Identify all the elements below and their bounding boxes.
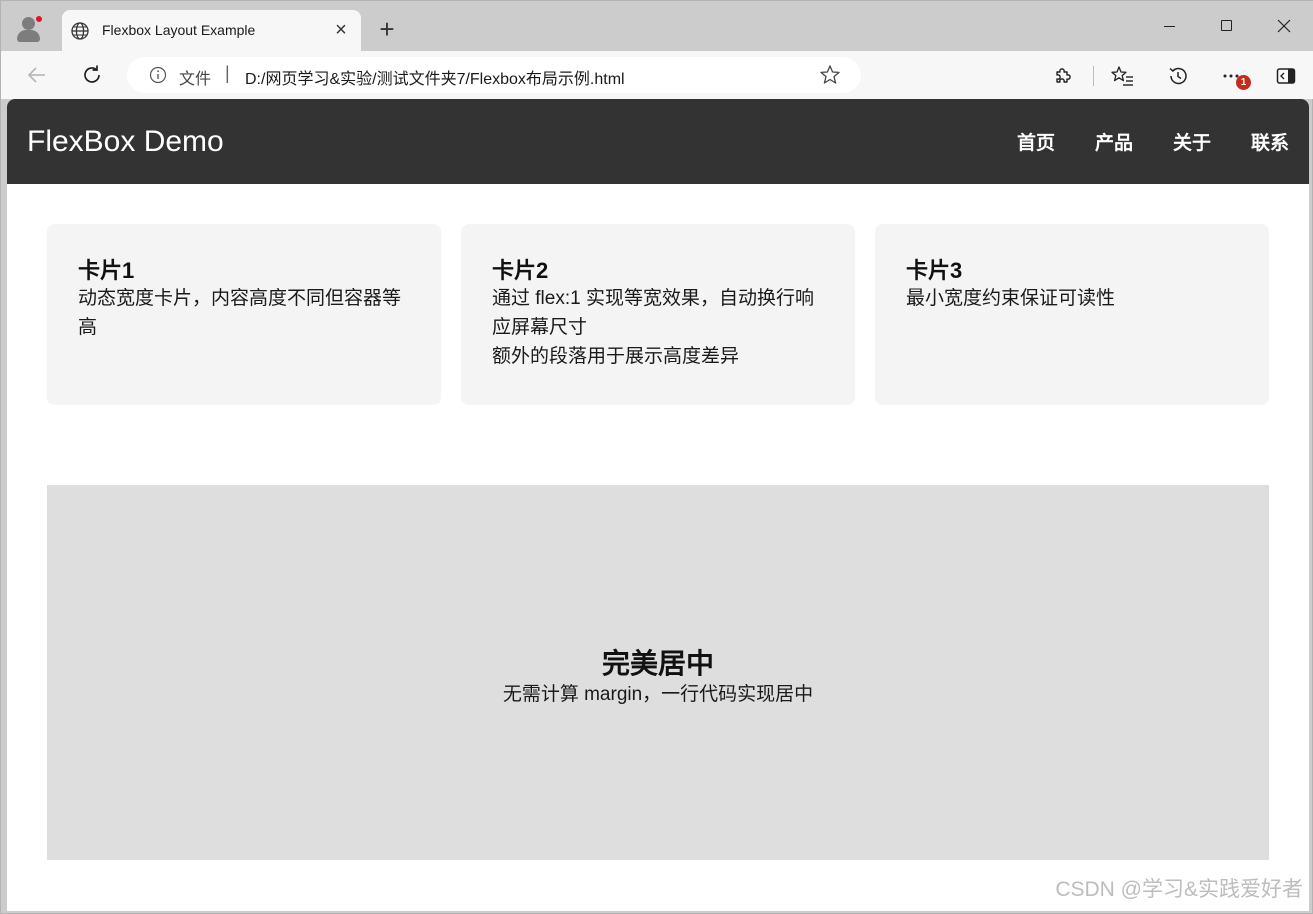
puzzle-icon [1056,68,1071,83]
history-icon [1169,67,1187,85]
site-nav-links: 首页 产品 关于 联系 [1017,128,1289,155]
favorites-list-icon [1111,66,1133,86]
tab-title: Flexbox Layout Example [102,22,256,38]
nav-link-about[interactable]: 关于 [1173,128,1211,155]
globe-icon [71,22,89,40]
extensions-button[interactable] [1051,64,1075,88]
card: 卡片1 动态宽度卡片，内容高度不同但容器等高 [47,224,441,405]
card-title: 卡片2 [492,258,549,283]
profile-avatar-icon[interactable] [15,14,44,42]
notification-dot-icon [34,14,44,24]
address-separator: | [225,63,230,83]
site-navbar: FlexBox Demo 首页 产品 关于 联系 [7,99,1309,184]
sidebar-toggle-button[interactable] [1274,64,1298,88]
card-row: 卡片1 动态宽度卡片，内容高度不同但容器等高 卡片2 通过 flex:1 实现等… [47,224,1269,405]
centered-title: 完美居中 [601,647,714,679]
card-text: 最小宽度约束保证可读性 [906,288,1116,309]
toolbar-divider [1093,66,1094,86]
close-icon [1277,19,1291,33]
favorites-button[interactable] [1111,64,1135,88]
arrow-left-icon [27,67,45,83]
centered-box: 完美居中 无需计算 margin，一行代码实现居中 [47,485,1269,860]
card-text: 通过 flex:1 实现等宽效果，自动换行响应屏幕尺寸 [492,288,814,338]
favorite-star-icon[interactable] [819,64,841,86]
address-url[interactable]: D:/网页学习&实验/测试文件夹7/Flexbox布局示例.html [245,65,625,89]
card: 卡片2 通过 flex:1 实现等宽效果，自动换行响应屏幕尺寸 额外的段落用于展… [461,224,855,405]
address-bar[interactable]: 文件 | D:/网页学习&实验/测试文件夹7/Flexbox布局示例.html [127,57,861,93]
update-badge: 1 [1236,75,1251,90]
info-icon[interactable] [149,66,167,84]
nav-link-products[interactable]: 产品 [1095,128,1133,155]
card-text: 额外的段落用于展示高度差异 [492,346,740,367]
nav-link-home[interactable]: 首页 [1017,128,1055,155]
nav-link-contact[interactable]: 联系 [1251,128,1289,155]
active-tab[interactable]: Flexbox Layout Example × [62,10,361,51]
close-window-button[interactable] [1261,11,1307,41]
maximize-button[interactable] [1204,11,1250,41]
card-title: 卡片3 [906,258,963,283]
card: 卡片3 最小宽度约束保证可读性 [875,224,1269,405]
sidebar-icon [1276,68,1296,84]
minimize-button[interactable] [1146,11,1192,41]
browser-toolbar: 文件 | D:/网页学习&实验/测试文件夹7/Flexbox布局示例.html [1,51,1313,99]
back-button[interactable] [22,60,52,90]
new-tab-button[interactable]: + [373,15,401,43]
address-scheme-label: 文件 [179,71,212,88]
tab-close-icon[interactable]: × [330,19,352,41]
reload-button[interactable] [77,60,107,90]
browser-window: Flexbox Layout Example × + 文件 | D:/网页学习&… [0,0,1313,914]
reload-icon [84,65,100,83]
centered-subtitle: 无需计算 margin，一行代码实现居中 [502,683,814,705]
page-viewport: FlexBox Demo 首页 产品 关于 联系 卡片1 动态宽度卡片，内容高度… [7,99,1309,911]
history-button[interactable] [1166,64,1190,88]
watermark: CSDN @学习&实践爱好者 [1055,878,1303,901]
card-text: 动态宽度卡片，内容高度不同但容器等高 [78,288,402,338]
card-title: 卡片1 [78,258,135,283]
tab-strip: Flexbox Layout Example × + [1,1,1313,51]
site-logo[interactable]: FlexBox Demo [27,125,224,159]
